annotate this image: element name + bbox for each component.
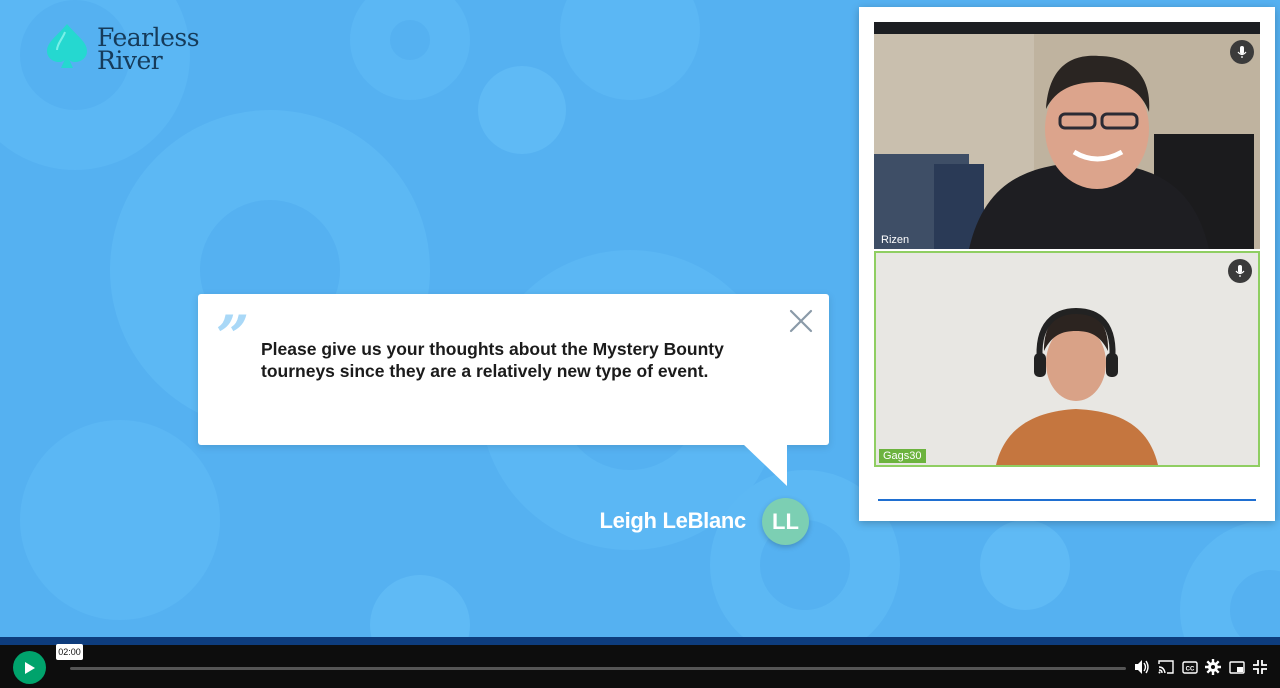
time-tooltip: 02:00 — [56, 644, 83, 660]
fullscreen-exit-button[interactable] — [1251, 658, 1269, 676]
background-shape — [560, 0, 700, 100]
background-shape — [980, 520, 1070, 610]
captions-icon: CC — [1182, 660, 1198, 674]
controls-border — [0, 637, 1280, 645]
brand-line-2: River — [97, 45, 163, 75]
participant-tile[interactable]: Rizen — [874, 34, 1260, 249]
question-card-tail — [743, 444, 787, 486]
author-avatar: LL — [762, 498, 809, 545]
participant-name: Gags30 — [879, 449, 926, 463]
captions-button[interactable]: CC — [1181, 658, 1199, 676]
cast-button[interactable] — [1157, 658, 1175, 676]
fullscreen-exit-icon — [1253, 660, 1267, 674]
pip-button[interactable] — [1228, 658, 1246, 676]
background-shape — [478, 66, 566, 154]
settings-button[interactable] — [1204, 658, 1222, 676]
svg-text:CC: CC — [1186, 666, 1195, 672]
mic-button[interactable] — [1228, 259, 1252, 283]
settings-icon — [1205, 659, 1221, 675]
video-panel-header — [874, 22, 1260, 34]
author-name: Leigh LeBlanc — [599, 508, 747, 533]
question-card: ” Please give us your thoughts about the… — [198, 294, 829, 445]
participant-video — [874, 34, 1260, 249]
spade-logo-icon — [45, 22, 89, 75]
background-shape — [350, 0, 470, 100]
pip-icon — [1229, 660, 1245, 674]
close-button[interactable] — [788, 308, 814, 334]
participant-tile-active[interactable]: Gags30 — [874, 251, 1260, 467]
participant-video — [876, 253, 1258, 465]
background-shape — [1180, 520, 1280, 637]
background-shape — [20, 420, 220, 620]
brand-name: Fearless River — [97, 25, 200, 75]
video-call-panel: Rizen Gags30 — [859, 7, 1275, 521]
cast-icon — [1158, 660, 1174, 674]
panel-divider — [878, 499, 1256, 501]
mic-icon — [1235, 265, 1245, 277]
play-button[interactable] — [13, 651, 46, 684]
volume-button[interactable] — [1133, 658, 1151, 676]
seek-bar[interactable] — [70, 667, 1126, 670]
participant-name: Rizen — [881, 234, 910, 246]
player-controls: 02:00 CC — [0, 637, 1280, 688]
video-stage: Fearless River ” Please give us your tho… — [0, 0, 1280, 637]
play-icon — [24, 661, 35, 674]
background-shape — [370, 575, 470, 637]
mic-button[interactable] — [1230, 40, 1254, 64]
question-text: Please give us your thoughts about the M… — [261, 339, 724, 381]
quote-icon: ” — [216, 303, 250, 371]
brand-logo: Fearless River — [45, 22, 200, 75]
mic-icon — [1237, 46, 1247, 58]
close-icon — [789, 309, 813, 333]
volume-icon — [1135, 660, 1149, 674]
